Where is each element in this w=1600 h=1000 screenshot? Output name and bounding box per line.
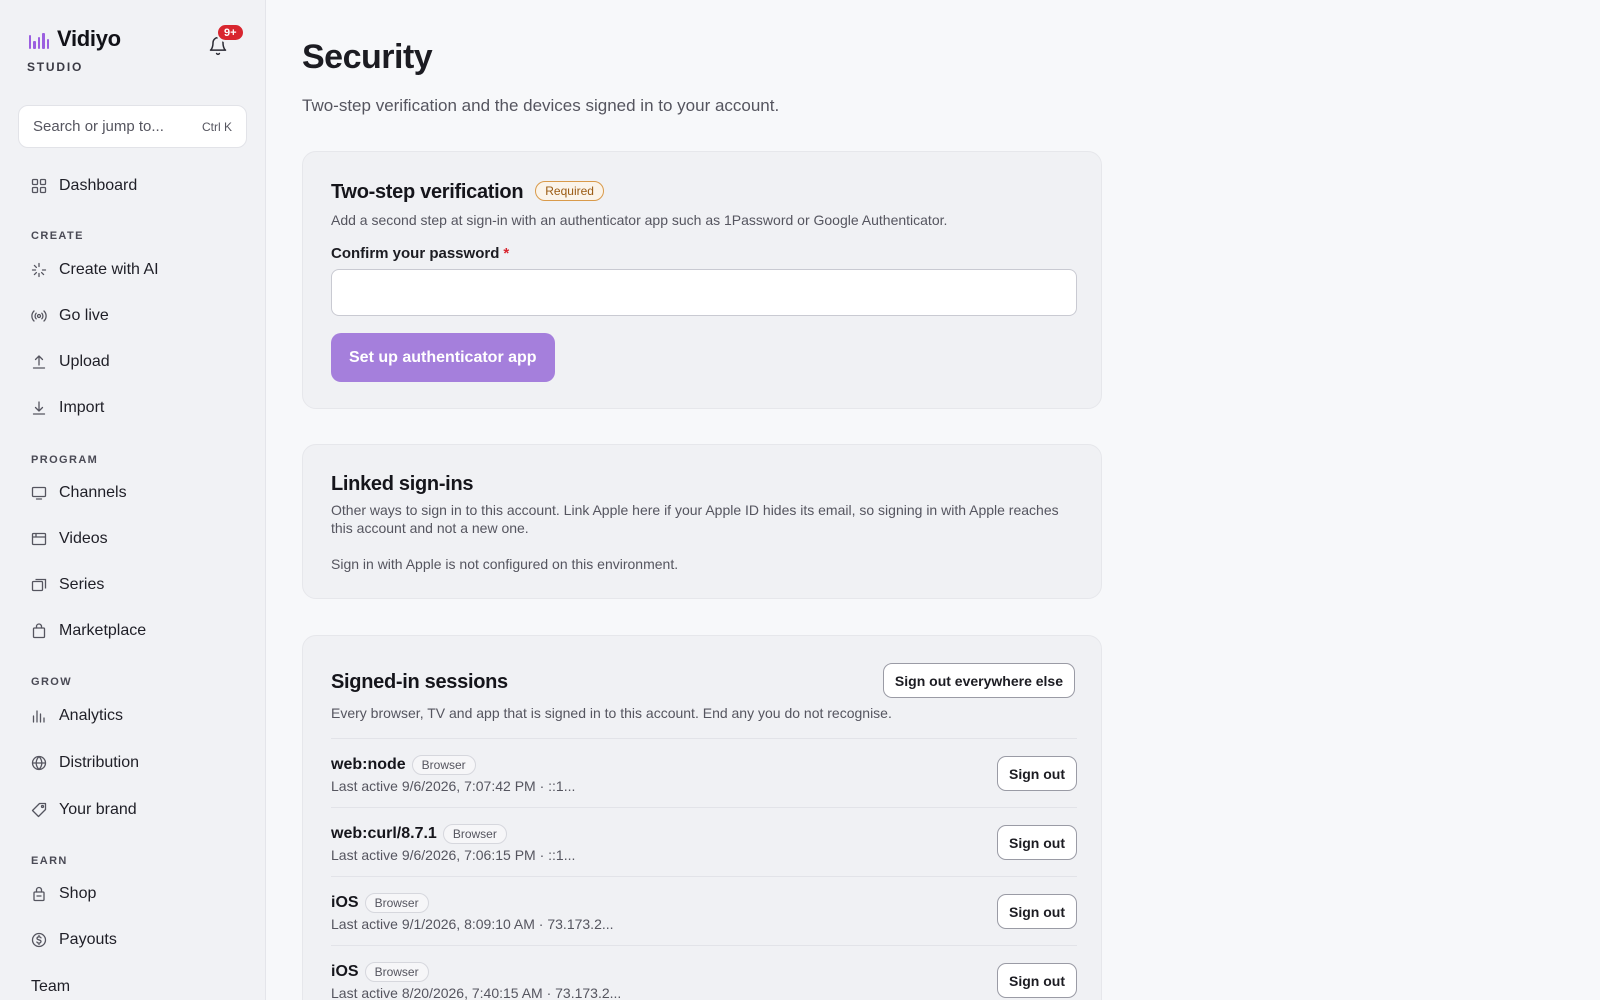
page-title: Security: [302, 38, 433, 76]
session-row: iOS Browser Last active 8/20/2026, 7:40:1…: [331, 945, 1077, 1000]
sidebar-item-label: Channels: [59, 484, 127, 501]
two-step-card: Two-step verification Required Add a seco…: [302, 151, 1102, 409]
brand-name: Vidiyo: [57, 26, 121, 51]
password-label-text: Confirm your password: [331, 245, 500, 262]
bag-icon: [32, 623, 46, 639]
session-meta: Last active 8/20/2026, 7:40:15 AM · 73.1…: [331, 985, 622, 1000]
sidebar-item-team[interactable]: Team: [18, 975, 247, 999]
session-name: iOS: [331, 963, 359, 980]
sidebar-item-distribution[interactable]: Distribution: [18, 745, 247, 781]
dollar-circle-icon: [31, 932, 47, 948]
sidebar: Vidiyo STUDIO 9+ Search or jump to... Ct…: [0, 0, 266, 1000]
sidebar-item-label: Payouts: [59, 931, 117, 948]
session-row: web:curl/8.7.1 Browser Last active 9/6/20…: [331, 807, 1077, 876]
sidebar-item-upload[interactable]: Upload: [18, 344, 247, 380]
globe-icon: [31, 755, 47, 771]
sidebar-item-videos[interactable]: Videos: [18, 521, 247, 557]
setup-authenticator-button[interactable]: Set up authenticator app: [331, 333, 555, 382]
sidebar-item-label: Analytics: [59, 707, 124, 724]
sidebar-item-label: Series: [59, 576, 105, 593]
session-type-badge: Browser: [364, 962, 429, 982]
session-row: iOS Browser Last active 9/1/2026, 8:09:10…: [331, 876, 1077, 945]
session-meta: Last active 9/6/2026, 7:06:15 PM · ::1..…: [331, 847, 576, 863]
equalizer-logo-icon: [29, 29, 50, 49]
nav-section-grow: GROW: [31, 676, 73, 688]
tag-icon: [31, 802, 47, 818]
lock-bag-icon: [33, 886, 45, 902]
sidebar-item-go-live[interactable]: Go live: [18, 298, 247, 334]
film-icon: [31, 532, 47, 546]
session-type-badge: Browser: [442, 824, 507, 844]
sidebar-item-shop[interactable]: Shop: [18, 876, 247, 912]
sidebar-item-your-brand[interactable]: Your brand: [18, 792, 247, 828]
sidebar-item-channels[interactable]: Channels: [18, 475, 247, 511]
session-meta: Last active 9/6/2026, 7:07:42 PM · ::1..…: [331, 778, 576, 794]
sessions-card: Signed-in sessions Sign out everywhere e…: [302, 635, 1102, 1000]
sidebar-item-label: Videos: [59, 530, 108, 547]
sign-out-button[interactable]: Sign out: [997, 825, 1077, 860]
sidebar-item-marketplace[interactable]: Marketplace: [18, 613, 247, 649]
nav-section-create: CREATE: [31, 230, 84, 242]
required-badge: Required: [535, 181, 604, 201]
linked-description: Other ways to sign in to this account. L…: [331, 502, 1059, 536]
apple-note: Sign in with Apple is not configured on …: [331, 556, 679, 572]
sidebar-item-label: Shop: [59, 885, 97, 902]
sidebar-item-label: Import: [59, 399, 105, 416]
session-name: iOS: [331, 894, 359, 911]
download-icon: [32, 401, 46, 415]
session-row: web:node Browser Last active 9/6/2026, 7:…: [331, 738, 1077, 807]
sign-out-button[interactable]: Sign out: [997, 894, 1077, 929]
monitor-icon: [31, 486, 47, 500]
grid-icon: [31, 178, 47, 194]
search-shortcut: Ctrl K: [202, 119, 232, 134]
stack-icon: [31, 578, 47, 592]
sidebar-item-label: Go live: [59, 307, 109, 324]
two-step-description: Add a second step at sign-in with an aut…: [331, 212, 948, 228]
sidebar-item-label: Team: [31, 978, 71, 995]
sidebar-item-create-with-ai[interactable]: Create with AI: [18, 252, 247, 288]
required-mark: *: [503, 245, 510, 262]
sidebar-item-label: Marketplace: [59, 622, 147, 639]
nav-section-program: PROGRAM: [31, 454, 99, 466]
sidebar-item-label: Upload: [59, 353, 110, 370]
sidebar-item-label: Create with AI: [59, 261, 159, 278]
sidebar-item-label: Your brand: [59, 801, 137, 818]
sidebar-item-series[interactable]: Series: [18, 567, 247, 603]
notification-badge: 9+: [216, 23, 245, 42]
nav-section-earn: EARN: [31, 855, 68, 867]
sign-out-button[interactable]: Sign out: [997, 756, 1077, 791]
password-label: Confirm your password *: [331, 245, 509, 262]
sidebar-item-label: Distribution: [59, 754, 140, 771]
session-type-badge: Browser: [364, 893, 429, 913]
sessions-description: Every browser, TV and app that is signed…: [331, 705, 892, 721]
password-field[interactable]: [331, 269, 1077, 316]
sidebar-item-payouts[interactable]: Payouts: [18, 922, 247, 958]
sparkle-icon: [31, 262, 47, 278]
sidebar-item-analytics[interactable]: Analytics: [18, 698, 247, 734]
linked-title: Linked sign-ins: [331, 473, 474, 495]
linked-signins-card: Linked sign-ins Other ways to sign in to…: [302, 444, 1102, 599]
session-name: web:curl/8.7.1: [331, 825, 437, 842]
upload-icon: [32, 355, 46, 369]
brand-subtitle: STUDIO: [27, 60, 84, 74]
broadcast-icon: [31, 310, 47, 322]
sign-out-everywhere-button[interactable]: Sign out everywhere else: [882, 663, 1075, 698]
session-name: web:node: [331, 756, 406, 773]
search-input[interactable]: Search or jump to... Ctrl K: [18, 105, 247, 148]
sidebar-item-label: Dashboard: [59, 177, 138, 194]
sidebar-item-import[interactable]: Import: [18, 390, 247, 426]
session-type-badge: Browser: [411, 755, 476, 775]
session-meta: Last active 9/1/2026, 8:09:10 AM · 73.17…: [331, 916, 614, 932]
bar-chart-icon: [32, 710, 45, 723]
sessions-title: Signed-in sessions: [331, 671, 508, 693]
sidebar-item-dashboard[interactable]: Dashboard: [18, 168, 247, 204]
page-subtitle: Two-step verification and the devices si…: [302, 96, 780, 115]
two-step-title: Two-step verification: [331, 181, 524, 203]
brand[interactable]: Vidiyo STUDIO: [27, 26, 121, 74]
sign-out-button[interactable]: Sign out: [997, 963, 1077, 998]
search-placeholder: Search or jump to...: [33, 118, 164, 135]
